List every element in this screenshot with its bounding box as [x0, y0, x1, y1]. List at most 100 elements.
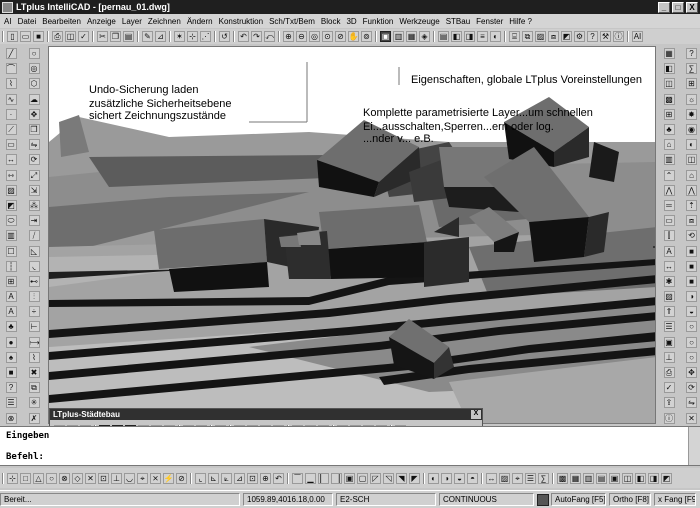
massprop-icon[interactable]: ∑ [538, 472, 549, 484]
point-icon[interactable]: · [5, 108, 17, 120]
ltplus-table-icon[interactable]: ⊞ [686, 78, 697, 90]
polygon-icon[interactable]: ⬡ [28, 78, 40, 90]
new-file-icon[interactable]: ▯ [7, 31, 18, 42]
ltplus-3d-roof-icon[interactable]: ⌂ [686, 169, 697, 181]
close-button[interactable]: X [686, 1, 698, 13]
view-top-icon[interactable]: ▔ [292, 472, 303, 484]
linetype-icon[interactable]: ≡ [477, 31, 488, 42]
help-icon[interactable]: ? [686, 48, 697, 60]
layer-states-icon[interactable]: ◨ [464, 31, 475, 42]
command-line[interactable]: Eingeben Befehl: [0, 426, 700, 466]
ltplus-circle-3-icon[interactable]: ○ [686, 351, 697, 363]
dim-aligned-icon[interactable]: ⇿ [5, 169, 17, 181]
raster-8-icon[interactable]: ◨ [648, 472, 659, 484]
ltplus-about-icon[interactable]: ⓘ [663, 412, 675, 424]
erase-icon[interactable]: ✖ [28, 367, 40, 379]
tree-icon[interactable]: ♠ [5, 351, 17, 363]
properties-icon[interactable]: ▤ [438, 31, 449, 42]
status-grid-toggle[interactable]: x Fang [F9] [654, 493, 696, 506]
view-ne-icon[interactable]: ◥ [396, 472, 407, 484]
ltplus-layer-manager-icon[interactable]: ◧ [663, 63, 675, 75]
raster-3-icon[interactable]: ▥ [583, 472, 594, 484]
command-scrollbar[interactable] [688, 427, 700, 465]
undo-icon[interactable]: ↶ [238, 31, 249, 42]
stair-icon[interactable]: ☐ [5, 245, 17, 257]
spellcheck-icon[interactable]: ✓ [78, 31, 89, 42]
text-edit-icon[interactable]: A [5, 306, 17, 318]
measure-icon[interactable]: ⊢ [28, 321, 40, 333]
ltplus-circle-2-icon[interactable]: ○ [686, 336, 697, 348]
ltplus-rotate3d-icon[interactable]: ⟳ [686, 382, 697, 394]
match-properties-icon[interactable]: ✎ [142, 31, 153, 42]
inquiry-icon[interactable]: ? [5, 382, 17, 394]
ucs-icon[interactable]: ⌞ [195, 472, 206, 484]
ltplus-check-icon[interactable]: ✓ [663, 382, 675, 394]
pan-hand-icon[interactable]: ✋ [348, 31, 359, 42]
menu-anzeige[interactable]: Anzeige [84, 17, 119, 26]
ltplus-3d-terrain-icon[interactable]: ⋀ [686, 184, 697, 196]
ltplus-shade-icon[interactable]: ◑ [686, 291, 697, 303]
join-icon[interactable]: ⊷ [28, 275, 40, 287]
view-nw-icon[interactable]: ◤ [409, 472, 420, 484]
menu-block[interactable]: Block [318, 17, 344, 26]
list-icon[interactable]: ☰ [5, 397, 17, 409]
ltplus-material-icon[interactable]: ◐ [686, 139, 697, 151]
extend-icon[interactable]: ⇥ [28, 215, 40, 227]
wall-icon[interactable]: ▥ [5, 230, 17, 242]
menu-3d[interactable]: 3D [343, 17, 359, 26]
ruler-icon[interactable]: ┆ [5, 260, 17, 272]
snap-perpendicular-icon[interactable]: ⊥ [111, 472, 122, 484]
print-icon[interactable]: ⎙ [52, 31, 63, 42]
ltplus-legend-icon[interactable]: ☰ [663, 321, 675, 333]
layout-icon[interactable]: ▦ [406, 31, 417, 42]
raster-7-icon[interactable]: ◧ [635, 472, 646, 484]
ltplus-viewport-icon[interactable]: ▣ [663, 336, 675, 348]
status-snap-toggle[interactable]: AutoFang [F5] [551, 493, 606, 506]
ltplus-roof-icon[interactable]: ⌃ [663, 169, 675, 181]
command-prompt[interactable]: Befehl: [6, 452, 44, 462]
line-icon[interactable]: ╱ [5, 48, 17, 60]
snap-none-icon[interactable]: ⊘ [176, 472, 187, 484]
purge-icon[interactable]: ✗ [28, 412, 40, 424]
view-front-icon[interactable]: ▣ [344, 472, 355, 484]
app-icon[interactable] [2, 1, 13, 13]
view-se-icon[interactable]: ◹ [383, 472, 394, 484]
redraw-icon[interactable]: ↺ [219, 31, 230, 42]
view-bottom-icon[interactable]: ▁ [305, 472, 316, 484]
ltplus-section-icon[interactable]: ⫿ [663, 230, 675, 242]
ltplus-plan-icon[interactable]: ▦ [663, 48, 675, 60]
menu-hilfe[interactable]: Hilfe ? [506, 17, 535, 26]
layer-icon[interactable]: ◧ [451, 31, 462, 42]
spline-icon[interactable]: ∿ [5, 93, 17, 105]
print-preview-icon[interactable]: ◫ [65, 31, 76, 42]
menu-konstruktion[interactable]: Konstruktion [216, 17, 266, 26]
snap-endpoint-icon[interactable]: □ [20, 472, 31, 484]
zoom-extents-icon[interactable]: ⊙ [322, 31, 333, 42]
list-props-icon[interactable]: ☰ [525, 472, 536, 484]
ucs-origin-icon[interactable]: ⊾ [208, 472, 219, 484]
view-left-icon[interactable]: ▏ [318, 472, 329, 484]
menu-funktion[interactable]: Funktion [360, 17, 397, 26]
render-icon[interactable]: ◈ [419, 31, 430, 42]
minimize-button[interactable]: _ [658, 1, 670, 13]
circle-filled-icon[interactable]: ● [5, 336, 17, 348]
region-icon[interactable]: ◩ [5, 199, 17, 211]
explode-object-icon[interactable]: ✳ [28, 397, 40, 409]
table-icon[interactable]: ⊞ [5, 275, 17, 287]
snap-tangent-icon[interactable]: ◡ [124, 472, 135, 484]
snap-quadrant-icon[interactable]: ◇ [72, 472, 83, 484]
symbol-icon[interactable]: ♣ [5, 321, 17, 333]
ltplus-hide-icon[interactable]: ◒ [686, 306, 697, 318]
ltplus-road-icon[interactable]: ═ [663, 199, 675, 211]
break-icon[interactable]: ⧸ [28, 230, 40, 242]
design-center-icon[interactable]: ◩ [561, 31, 572, 42]
view-back-icon[interactable]: ▢ [357, 472, 368, 484]
ltplus-tools-icon[interactable]: ⚒ [600, 31, 611, 42]
fillet-icon[interactable]: ◟ [28, 260, 40, 272]
reference-icon[interactable]: ⊗ [5, 412, 17, 424]
ucs-3point-icon[interactable]: ⟀ [221, 472, 232, 484]
menu-bearbeiten[interactable]: Bearbeiten [39, 17, 84, 26]
scale-icon[interactable]: ⤢ [28, 169, 40, 181]
ltplus-info-icon[interactable]: ⓘ [613, 31, 624, 42]
snap-node-icon[interactable]: ⊗ [59, 472, 70, 484]
